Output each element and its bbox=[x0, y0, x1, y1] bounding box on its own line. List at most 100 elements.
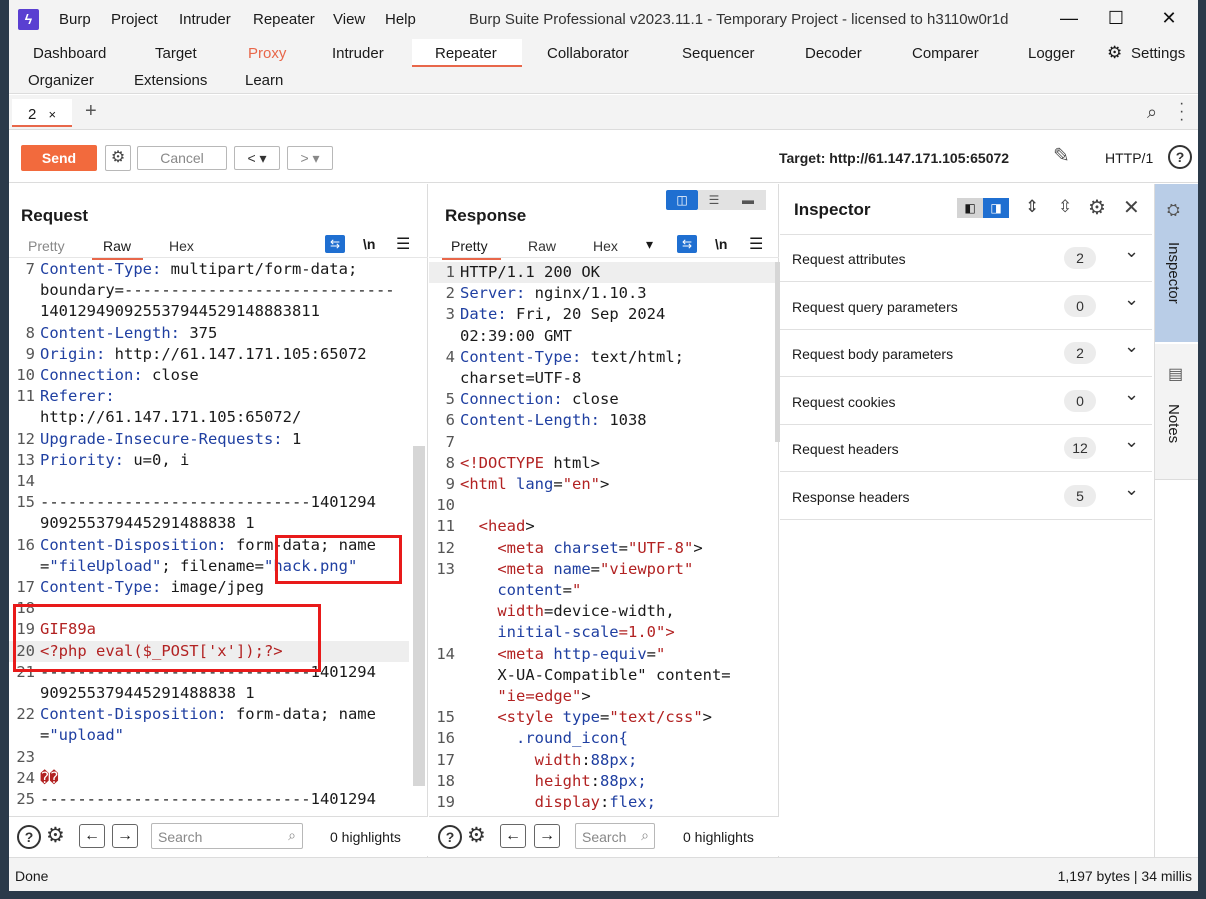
inspector-section-count: 0 bbox=[1064, 294, 1096, 317]
newline-toggle[interactable]: \n bbox=[363, 236, 375, 252]
chevron-down-icon[interactable]: ⌄ bbox=[1124, 241, 1139, 262]
tab-proxy[interactable]: Proxy bbox=[248, 45, 286, 62]
tab-extensions[interactable]: Extensions bbox=[134, 72, 207, 89]
inspector-section[interactable]: Request query parameters 0 ⌄ bbox=[780, 283, 1152, 330]
tab-logger[interactable]: Logger bbox=[1028, 45, 1075, 62]
menu-help[interactable]: Help bbox=[385, 11, 416, 28]
settings-gear-icon[interactable]: ⚙ bbox=[1107, 43, 1122, 63]
response-help-icon[interactable]: ? bbox=[438, 825, 462, 849]
response-view-dropdown-icon[interactable]: ▾ bbox=[646, 236, 653, 253]
send-button[interactable]: Send bbox=[21, 145, 97, 171]
response-wrap-lines-icon[interactable]: ⇆ bbox=[677, 235, 697, 253]
tab-decoder[interactable]: Decoder bbox=[805, 45, 862, 62]
response-newline-toggle[interactable]: \n bbox=[715, 236, 727, 252]
tab-learn[interactable]: Learn bbox=[245, 72, 283, 89]
http-version-label[interactable]: HTTP/1 bbox=[1105, 150, 1153, 166]
response-search-settings-icon[interactable]: ⚙ bbox=[467, 823, 486, 848]
layout-tabs-icon[interactable]: ▬ bbox=[730, 190, 766, 210]
line-text: Content-Type: multipart/form-data; bbox=[40, 260, 358, 278]
inspector-section[interactable]: Request attributes 2 ⌄ bbox=[780, 235, 1152, 282]
tab-organizer[interactable]: Organizer bbox=[28, 72, 94, 89]
inspector-section-label: Request cookies bbox=[792, 393, 896, 410]
menu-intruder[interactable]: Intruder bbox=[179, 11, 231, 28]
inspector-section[interactable]: Request cookies 0 ⌄ bbox=[780, 378, 1152, 425]
close-tab-icon[interactable]: × bbox=[49, 107, 57, 122]
send-settings-gear-icon[interactable]: ⚙ bbox=[105, 145, 131, 171]
search-icon[interactable]: ⌕ bbox=[1147, 102, 1157, 123]
expand-all-icon[interactable]: ⇕ bbox=[1025, 197, 1039, 217]
request-prev-match-button[interactable]: ← bbox=[79, 824, 105, 848]
edit-target-pencil-icon[interactable]: ✎ bbox=[1053, 143, 1070, 168]
collapse-all-icon[interactable]: ⇳ bbox=[1058, 197, 1072, 217]
settings-label[interactable]: Settings bbox=[1131, 45, 1185, 62]
tab-comparer[interactable]: Comparer bbox=[912, 45, 979, 62]
request-search-settings-icon[interactable]: ⚙ bbox=[46, 823, 65, 848]
history-forward-button[interactable]: > ▾ bbox=[287, 146, 333, 170]
response-view-raw[interactable]: Raw bbox=[528, 238, 556, 254]
more-options-icon[interactable]: · · · bbox=[1179, 96, 1184, 128]
inspector-close-icon[interactable]: ✕ bbox=[1123, 195, 1140, 220]
tab-dashboard[interactable]: Dashboard bbox=[33, 45, 106, 62]
line-number: 8 bbox=[445, 453, 455, 472]
response-prev-match-button[interactable]: ← bbox=[500, 824, 526, 848]
tab-target[interactable]: Target bbox=[155, 45, 197, 62]
response-menu-icon[interactable]: ☰ bbox=[749, 234, 763, 254]
side-tab-inspector[interactable]: ⛭ Inspector bbox=[1155, 184, 1198, 342]
menu-repeater[interactable]: Repeater bbox=[253, 11, 315, 28]
request-search-icon: ⌕ bbox=[288, 827, 296, 843]
response-view-hex[interactable]: Hex bbox=[593, 238, 618, 254]
request-view-hex[interactable]: Hex bbox=[169, 238, 194, 254]
inspector-section[interactable]: Request headers 12 ⌄ bbox=[780, 425, 1152, 472]
inspector-settings-gear-icon[interactable]: ⚙ bbox=[1088, 195, 1106, 220]
line-number: 23 bbox=[16, 747, 35, 766]
tab-intruder[interactable]: Intruder bbox=[332, 45, 384, 62]
minimize-icon[interactable]: — bbox=[1058, 6, 1080, 30]
inspector-section[interactable]: Request body parameters 2 ⌄ bbox=[780, 330, 1152, 377]
line-number: 10 bbox=[16, 366, 35, 384]
response-next-match-button[interactable]: → bbox=[534, 824, 560, 848]
request-help-icon[interactable]: ? bbox=[17, 825, 41, 849]
maximize-icon[interactable]: ☐ bbox=[1105, 6, 1127, 30]
response-line: 5 Connection: close bbox=[429, 389, 775, 410]
request-view-pretty[interactable]: Pretty bbox=[28, 238, 65, 254]
inspector-layout-left-icon[interactable]: ◧ bbox=[957, 198, 983, 218]
inspector-section[interactable]: Response headers 5 ⌄ bbox=[780, 473, 1152, 520]
layout-side-by-side-icon[interactable]: ◫ bbox=[666, 190, 698, 210]
inspector-layout-right-icon[interactable]: ◨ bbox=[983, 198, 1009, 218]
response-editor[interactable]: 1 HTTP/1.1 200 OK 2 Server: nginx/1.10.3 3 Da… bbox=[429, 262, 775, 815]
repeater-tab-2[interactable]: 2 × bbox=[12, 99, 72, 127]
menu-burp[interactable]: Burp bbox=[59, 11, 91, 28]
php-payload-highlight-box bbox=[13, 604, 321, 672]
line-number: 24 bbox=[16, 768, 35, 787]
tab-collaborator[interactable]: Collaborator bbox=[547, 45, 629, 62]
request-search-input[interactable]: Search ⌕ bbox=[151, 823, 303, 849]
side-tab-notes[interactable]: ▤ Notes bbox=[1155, 344, 1198, 480]
request-line: 24 �� bbox=[9, 768, 409, 789]
menu-view[interactable]: View bbox=[333, 11, 365, 28]
line-text: Connection: close bbox=[460, 390, 619, 409]
wrap-lines-icon[interactable]: ⇆ bbox=[325, 235, 345, 253]
request-menu-icon[interactable]: ☰ bbox=[396, 234, 410, 254]
history-back-button[interactable]: < ▾ bbox=[234, 146, 280, 170]
response-line: 2 Server: nginx/1.10.3 bbox=[429, 283, 775, 304]
chevron-down-icon[interactable]: ⌄ bbox=[1124, 431, 1139, 452]
cancel-button[interactable]: Cancel bbox=[137, 146, 227, 170]
chevron-down-icon[interactable]: ⌄ bbox=[1124, 384, 1139, 405]
response-search-input[interactable]: Search ⌕ bbox=[575, 823, 655, 849]
add-tab-icon[interactable]: + bbox=[85, 100, 97, 123]
chevron-down-icon[interactable]: ⌄ bbox=[1124, 289, 1139, 310]
request-scrollbar[interactable] bbox=[413, 446, 425, 786]
tab-repeater-active[interactable]: Repeater bbox=[412, 39, 522, 67]
layout-top-bottom-icon[interactable]: ☰ bbox=[698, 190, 730, 210]
close-window-icon[interactable]: ✕ bbox=[1158, 6, 1180, 30]
request-line: 15 -----------------------------1401294 bbox=[9, 492, 409, 513]
line-number: 22 bbox=[16, 705, 35, 724]
line-text: Server: nginx/1.10.3 bbox=[460, 284, 647, 303]
help-icon[interactable]: ? bbox=[1168, 145, 1192, 169]
chevron-down-icon[interactable]: ⌄ bbox=[1124, 479, 1139, 500]
response-line: 3 Date: Fri, 20 Sep 2024 bbox=[429, 304, 775, 325]
tab-sequencer[interactable]: Sequencer bbox=[682, 45, 755, 62]
chevron-down-icon[interactable]: ⌄ bbox=[1124, 336, 1139, 357]
menu-project[interactable]: Project bbox=[111, 11, 158, 28]
request-next-match-button[interactable]: → bbox=[112, 824, 138, 848]
